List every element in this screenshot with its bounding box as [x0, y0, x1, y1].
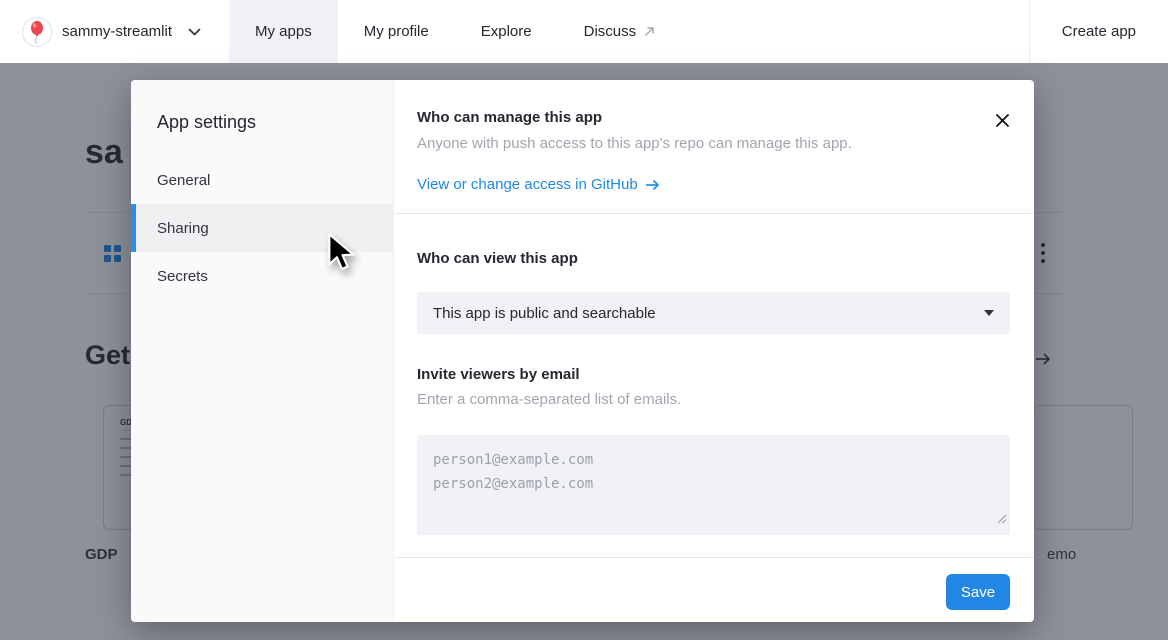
invite-emails-textarea[interactable]: person1@example.com person2@example.com: [417, 435, 1010, 535]
visibility-dropdown-value: This app is public and searchable: [433, 305, 984, 322]
workspace-selector[interactable]: sammy-streamlit: [0, 0, 201, 63]
invite-description: Enter a comma-separated list of emails.: [417, 391, 681, 408]
manage-heading: Who can manage this app: [417, 109, 602, 126]
manage-description: Anyone with push access to this app's re…: [417, 135, 852, 152]
workspace-avatar: [22, 17, 52, 47]
workspace-name: sammy-streamlit: [62, 23, 172, 40]
settings-nav-secrets[interactable]: Secrets: [131, 252, 393, 300]
settings-nav-label: Sharing: [157, 220, 209, 237]
placeholder-line: person1@example.com: [433, 448, 994, 472]
chevron-down-icon: [188, 28, 201, 36]
app-settings-modal: App settings General Sharing Secrets Who…: [131, 80, 1034, 622]
settings-nav-general[interactable]: General: [131, 156, 393, 204]
modal-content: Who can manage this app Anyone with push…: [394, 80, 1034, 622]
placeholder-line: person2@example.com: [433, 472, 994, 496]
divider: [394, 557, 1034, 558]
tab-label: My apps: [255, 23, 312, 40]
nav-right: Create app: [1029, 0, 1168, 63]
tab-my-apps[interactable]: My apps: [229, 0, 338, 63]
tab-discuss[interactable]: Discuss: [558, 0, 683, 63]
settings-nav-sharing[interactable]: Sharing: [131, 204, 393, 252]
top-navigation: sammy-streamlit My apps My profile Explo…: [0, 0, 1168, 63]
tab-label: Discuss: [584, 23, 637, 40]
github-access-link[interactable]: View or change access in GitHub: [417, 176, 661, 193]
view-heading: Who can view this app: [417, 250, 578, 267]
divider: [394, 213, 1034, 214]
modal-sidebar: App settings General Sharing Secrets: [131, 80, 394, 622]
right-arrow-icon: [645, 178, 661, 192]
modal-title: App settings: [157, 112, 256, 133]
nav-tabs: My apps My profile Explore Discuss: [229, 0, 682, 63]
tab-explore[interactable]: Explore: [455, 0, 558, 63]
tab-label: My profile: [364, 23, 429, 40]
github-access-link-label: View or change access in GitHub: [417, 176, 638, 193]
visibility-dropdown[interactable]: This app is public and searchable: [417, 292, 1010, 334]
balloon-icon: [27, 20, 47, 44]
resize-handle-icon[interactable]: [996, 508, 1007, 532]
create-app-button[interactable]: Create app: [1062, 23, 1136, 40]
tab-label: Explore: [481, 23, 532, 40]
tab-my-profile[interactable]: My profile: [338, 0, 455, 63]
save-button[interactable]: Save: [946, 574, 1010, 610]
caret-down-icon: [984, 310, 994, 316]
settings-nav-label: General: [157, 172, 210, 189]
invite-heading: Invite viewers by email: [417, 366, 580, 383]
external-link-icon: [643, 25, 656, 38]
settings-nav-label: Secrets: [157, 268, 208, 285]
close-icon[interactable]: [993, 111, 1011, 129]
